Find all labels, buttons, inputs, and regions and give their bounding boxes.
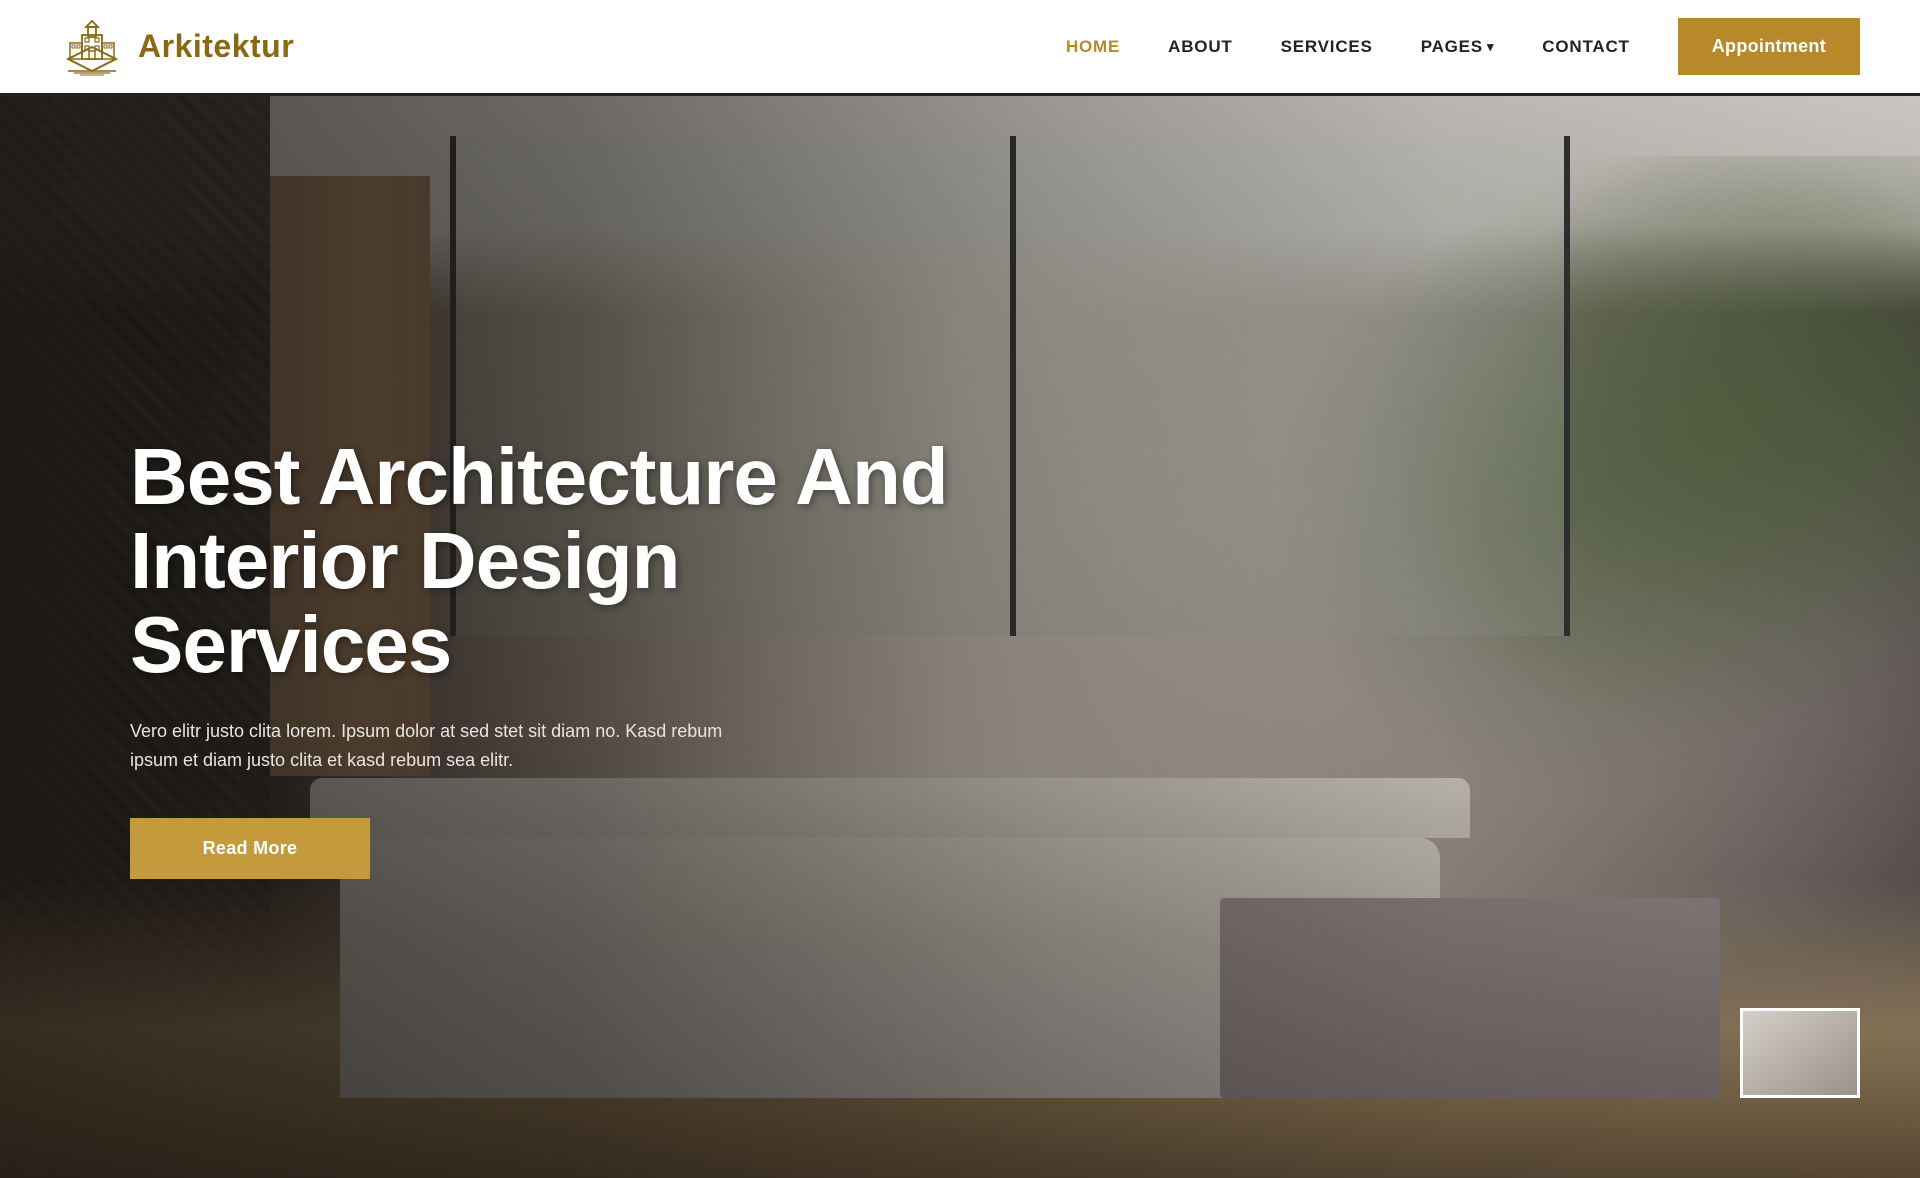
hero-thumbnail (1740, 1008, 1860, 1098)
hero-section: Best Architecture And Interior Design Se… (0, 96, 1920, 1178)
logo-link[interactable]: Arkitektur (60, 15, 294, 79)
nav-home[interactable]: HOME (1066, 37, 1120, 57)
nav-contact[interactable]: CONTACT (1542, 37, 1629, 57)
thumbnail-image (1743, 1011, 1857, 1095)
logo-icon (60, 15, 124, 79)
nav-pages[interactable]: PAGES ▾ (1421, 37, 1495, 57)
navbar: Arkitektur HOME ABOUT SERVICES PAGES ▾ C… (0, 0, 1920, 96)
chevron-down-icon: ▾ (1487, 39, 1494, 55)
nav-about[interactable]: ABOUT (1168, 37, 1232, 57)
hero-content: Best Architecture And Interior Design Se… (0, 96, 1920, 1178)
hero-title: Best Architecture And Interior Design Se… (130, 435, 950, 687)
hero-subtitle: Vero elitr justo clita lorem. Ipsum dolo… (130, 717, 730, 775)
brand-name: Arkitektur (138, 28, 294, 65)
appointment-button[interactable]: Appointment (1678, 18, 1860, 75)
read-more-button[interactable]: Read More (130, 818, 370, 879)
nav-links: HOME ABOUT SERVICES PAGES ▾ CONTACT Appo… (1066, 18, 1860, 75)
nav-services[interactable]: SERVICES (1281, 37, 1373, 57)
